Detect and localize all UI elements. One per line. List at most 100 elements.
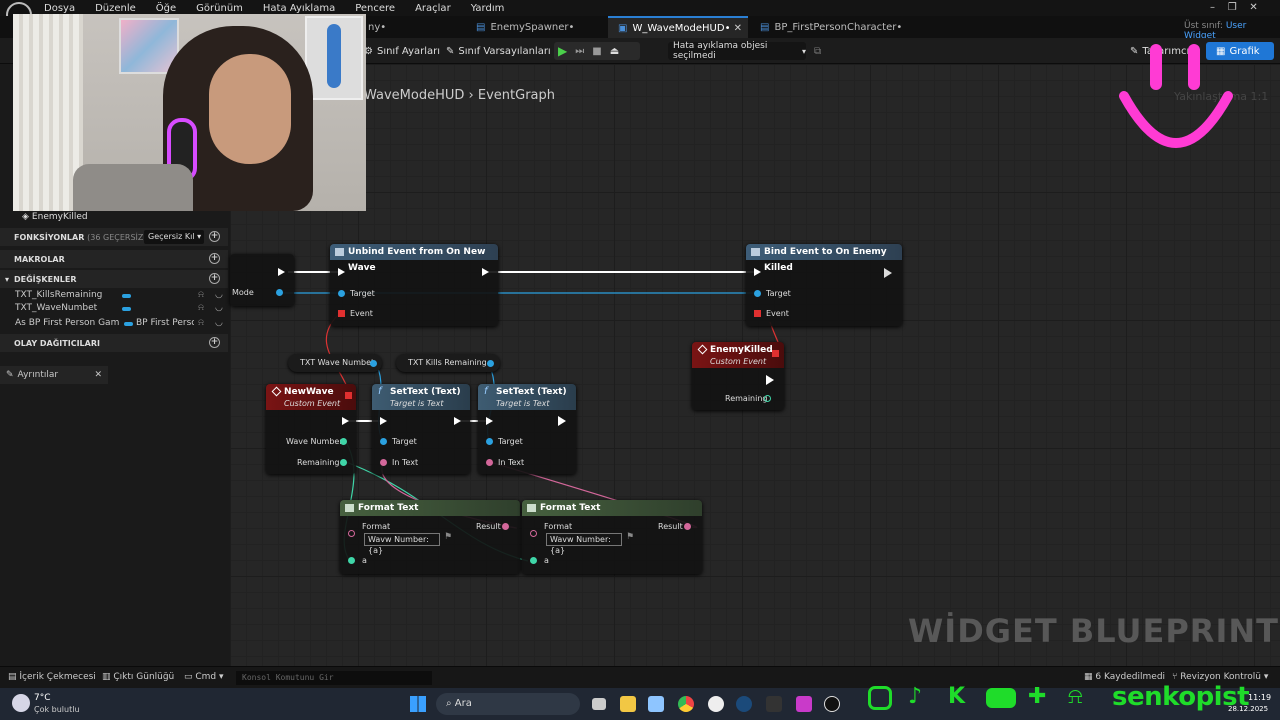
find-icon[interactable]: ⧉ xyxy=(814,42,821,60)
wave-number-pin[interactable] xyxy=(340,438,347,445)
add-function-icon[interactable]: + xyxy=(209,231,220,242)
variable-row[interactable]: TXT_KillsRemaining ⍾ ◡ xyxy=(0,290,228,303)
delegate-out-pin[interactable] xyxy=(345,392,352,399)
menu-file[interactable]: Dosya xyxy=(44,3,75,14)
variable-row[interactable]: TXT_WaveNumbet ⍾ ◡ xyxy=(0,303,228,316)
a-pin[interactable] xyxy=(348,557,355,564)
event-pin[interactable] xyxy=(754,310,761,317)
new-wave-event-node[interactable]: NewWave Custom Event Wave Number Remaini… xyxy=(266,384,356,474)
close-tab-icon[interactable]: ✕ xyxy=(734,23,742,34)
settext-node[interactable]: SetText (Text) Target is Text f Target I… xyxy=(478,384,576,474)
flag-icon[interactable]: ⚑ xyxy=(626,532,634,542)
target-pin[interactable] xyxy=(380,438,387,445)
revision-control-button[interactable]: ⑂ Revizyon Kontrolü ▾ xyxy=(1172,672,1268,682)
result-pin[interactable] xyxy=(684,523,691,530)
dispatchers-section-header[interactable]: OLAY DAĞITICILARI + xyxy=(0,334,228,352)
target-pin[interactable] xyxy=(754,290,761,297)
mode-output-pin[interactable] xyxy=(276,289,283,296)
variable-get-kills-remaining[interactable]: TXT Kills Remaining xyxy=(396,354,500,372)
weather-icon[interactable] xyxy=(12,694,30,712)
remaining-pin[interactable] xyxy=(764,395,771,402)
tab-fps-character[interactable]: ▤ BP_FirstPersonCharacter• xyxy=(750,16,912,38)
menu-edit[interactable]: Düzenle xyxy=(95,3,136,14)
exec-out-pin[interactable] xyxy=(766,375,774,385)
debug-object-dropdown[interactable]: Hata ayıklama objesi seçilmedi ▾ xyxy=(668,41,806,61)
output-log-button[interactable]: ▥ Çıktı Günlüğü xyxy=(102,672,174,682)
format-text-node[interactable]: Format Text Format Wavw Number:{a} ⚑ Res… xyxy=(522,500,702,574)
result-pin[interactable] xyxy=(502,523,509,530)
weather-temp[interactable]: 7°C xyxy=(34,693,51,703)
format-pin[interactable] xyxy=(348,530,355,537)
target-pin[interactable] xyxy=(338,290,345,297)
enemy-killed-event-node[interactable]: EnemyKilled Custom Event Remaining xyxy=(692,342,784,410)
bind-event-node[interactable]: Bind Event to On Enemy Killed Target Eve… xyxy=(746,244,902,326)
add-dispatcher-icon[interactable]: + xyxy=(209,337,220,348)
format-text-field[interactable]: Wavw Number:{a} xyxy=(364,533,440,555)
add-macro-icon[interactable]: + xyxy=(209,253,220,264)
macros-section-header[interactable]: MAKROLAR + xyxy=(0,250,228,268)
exec-out-pin[interactable] xyxy=(558,416,566,426)
exec-in-pin[interactable] xyxy=(754,268,761,276)
variable-get-wave-number[interactable]: TXT Wave Numbet xyxy=(288,354,382,372)
unreal-engine-icon[interactable] xyxy=(824,696,840,712)
exec-out-pin[interactable] xyxy=(342,417,349,425)
taskbar-search[interactable]: ⌕ Ara xyxy=(436,693,580,715)
event-item-enemy-killed[interactable]: ◈ EnemyKilled xyxy=(22,212,88,222)
chrome-icon[interactable] xyxy=(678,696,694,712)
menu-tools[interactable]: Araçlar xyxy=(415,3,451,14)
exec-out-pin[interactable] xyxy=(482,268,489,276)
partial-node[interactable]: Mode xyxy=(230,254,294,306)
minimize-icon[interactable]: – xyxy=(1210,2,1215,13)
format-pin[interactable] xyxy=(530,530,537,537)
task-view-icon[interactable] xyxy=(592,698,606,710)
menu-asset[interactable]: Öğe xyxy=(156,3,176,14)
steam-icon[interactable] xyxy=(736,696,752,712)
class-defaults-button[interactable]: ✎ Sınıf Varsayılanları xyxy=(446,42,551,60)
step-icon[interactable]: ⏭ xyxy=(575,46,584,57)
remaining-pin[interactable] xyxy=(340,459,347,466)
class-settings-button[interactable]: ⚙ Sınıf Ayarları xyxy=(364,42,440,60)
close-window-icon[interactable]: ✕ xyxy=(1249,2,1257,13)
variable-out-pin[interactable] xyxy=(487,360,494,367)
epic-games-icon[interactable] xyxy=(766,696,782,712)
tab-enemy-spawner[interactable]: ▤ EnemySpawner• xyxy=(466,16,584,38)
in-text-pin[interactable] xyxy=(380,459,387,466)
exec-out-pin[interactable] xyxy=(884,268,892,278)
exec-in-pin[interactable] xyxy=(380,417,387,425)
format-text-field[interactable]: Wavw Number:{a} xyxy=(546,533,622,555)
unbind-event-node[interactable]: Unbind Event from On New Wave Target Eve… xyxy=(330,244,498,326)
settext-node[interactable]: SetText (Text) Target is Text f Target I… xyxy=(372,384,470,474)
weather-desc[interactable]: Çok bulutlu xyxy=(34,705,80,714)
exec-out-pin[interactable] xyxy=(454,417,461,425)
event-pin[interactable] xyxy=(338,310,345,317)
exec-in-pin[interactable] xyxy=(338,268,345,276)
console-input[interactable]: Konsol Komutunu Gir xyxy=(236,671,432,685)
variable-out-pin[interactable] xyxy=(370,360,377,367)
close-tab-icon[interactable]: ✕ xyxy=(94,366,102,384)
variable-row[interactable]: As BP First Person Game M BP First Perso… xyxy=(0,318,228,331)
override-dropdown[interactable]: Geçersiz Kıl ▾ xyxy=(144,230,204,244)
functions-section-header[interactable]: FONKSİYONLAR (36 GEÇERSİZ KILINA Geçersi… xyxy=(0,228,228,246)
exec-in-pin[interactable] xyxy=(486,417,493,425)
content-drawer-button[interactable]: ▤ İçerik Çekmecesi xyxy=(8,672,96,682)
start-windows-icon[interactable] xyxy=(410,696,426,712)
eject-icon[interactable]: ⏏ xyxy=(610,46,619,57)
stop-icon[interactable]: ■ xyxy=(592,46,601,57)
clock-time[interactable]: 11:19 xyxy=(1248,693,1271,702)
eye-icon[interactable]: ◡ xyxy=(215,318,223,328)
eye-icon[interactable]: ◡ xyxy=(215,303,223,313)
add-variable-icon[interactable]: + xyxy=(209,273,220,284)
details-tab[interactable]: ✎ Ayrıntılar ✕ xyxy=(0,366,108,384)
in-text-pin[interactable] xyxy=(486,459,493,466)
format-text-node[interactable]: Format Text Format Wavw Number:{a} ⚑ Res… xyxy=(340,500,520,574)
store-icon[interactable] xyxy=(648,696,664,712)
play-icon[interactable]: ▶ xyxy=(558,44,567,58)
flag-icon[interactable]: ⚑ xyxy=(444,532,452,542)
restore-icon[interactable]: ❐ xyxy=(1228,2,1237,13)
variables-section-header[interactable]: ▾ DEĞİŞKENLER + xyxy=(0,270,228,288)
exec-out-pin[interactable] xyxy=(278,268,285,276)
cmd-dropdown[interactable]: ▭ Cmd ▾ xyxy=(184,672,224,682)
file-explorer-icon[interactable] xyxy=(620,696,636,712)
a-pin[interactable] xyxy=(530,557,537,564)
tab-wave-mode-hud[interactable]: ▣ W_WaveModeHUD• ✕ xyxy=(608,16,748,38)
